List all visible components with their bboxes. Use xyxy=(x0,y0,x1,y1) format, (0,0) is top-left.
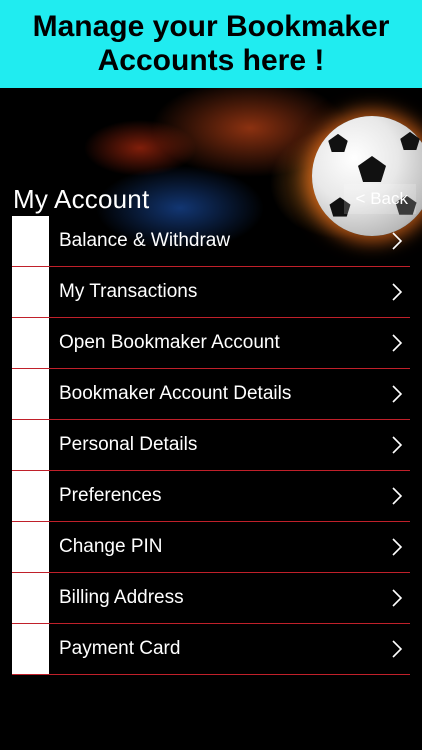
menu-item-label: Payment Card xyxy=(59,638,181,659)
chevron-right-icon xyxy=(386,434,408,456)
menu-item-label: My Transactions xyxy=(59,281,198,302)
menu-item-label: Bookmaker Account Details xyxy=(59,383,292,404)
menu-item-bookmaker-account-details[interactable]: Bookmaker Account Details xyxy=(12,369,410,420)
header-bar: My Account < Back xyxy=(0,182,422,216)
chevron-right-icon xyxy=(386,383,408,405)
menu-item-icon-placeholder xyxy=(12,267,49,317)
chevron-right-icon xyxy=(386,638,408,660)
chevron-right-icon xyxy=(386,485,408,507)
menu-item-change-pin[interactable]: Change PIN xyxy=(12,522,410,573)
account-menu: Balance & Withdraw My Transactions Open … xyxy=(12,216,410,675)
chevron-right-icon xyxy=(386,230,408,252)
menu-item-preferences[interactable]: Preferences xyxy=(12,471,410,522)
menu-item-billing-address[interactable]: Billing Address xyxy=(12,573,410,624)
menu-item-icon-placeholder xyxy=(12,624,49,674)
menu-item-balance-withdraw[interactable]: Balance & Withdraw xyxy=(12,216,410,267)
menu-item-icon-placeholder xyxy=(12,471,49,521)
menu-item-label: Billing Address xyxy=(59,587,184,608)
menu-item-label: Change PIN xyxy=(59,536,163,557)
menu-item-personal-details[interactable]: Personal Details xyxy=(12,420,410,471)
chevron-right-icon xyxy=(386,332,408,354)
chevron-right-icon xyxy=(386,281,408,303)
menu-item-label: Preferences xyxy=(59,485,162,506)
menu-item-icon-placeholder xyxy=(12,216,49,266)
page-title: My Account xyxy=(13,183,150,214)
menu-item-payment-card[interactable]: Payment Card xyxy=(12,624,410,675)
menu-item-icon-placeholder xyxy=(12,522,49,572)
menu-item-label: Personal Details xyxy=(59,434,198,455)
banner-line-2: Accounts here ! xyxy=(97,44,325,77)
menu-item-label: Balance & Withdraw xyxy=(59,230,231,251)
back-button[interactable]: < Back xyxy=(343,184,416,214)
banner-line-1: Manage your Bookmaker xyxy=(32,10,390,43)
menu-item-icon-placeholder xyxy=(12,420,49,470)
menu-item-icon-placeholder xyxy=(12,369,49,419)
menu-item-icon-placeholder xyxy=(12,573,49,623)
promo-banner: Manage your Bookmaker Accounts here ! xyxy=(0,0,422,88)
chevron-right-icon xyxy=(386,587,408,609)
menu-item-open-bookmaker-account[interactable]: Open Bookmaker Account xyxy=(12,318,410,369)
chevron-right-icon xyxy=(386,536,408,558)
menu-item-icon-placeholder xyxy=(12,318,49,368)
menu-item-label: Open Bookmaker Account xyxy=(59,332,280,353)
menu-item-my-transactions[interactable]: My Transactions xyxy=(12,267,410,318)
